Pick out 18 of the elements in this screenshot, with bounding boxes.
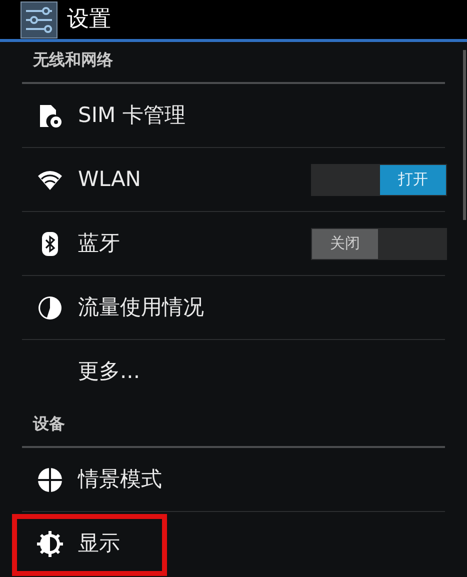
settings-item[interactable]: 蓝牙: [78, 228, 120, 260]
section-header: 设备: [32, 413, 65, 435]
bluetooth-icon: [41, 230, 59, 256]
section-header: 无线和网络: [32, 49, 113, 71]
settings-item[interactable]: 情景模式: [78, 464, 162, 496]
settings-item[interactable]: 流量使用情况: [78, 292, 204, 324]
settings-item[interactable]: 显示: [78, 528, 120, 560]
screen-title: 设置: [67, 6, 111, 34]
quadrant-circle-icon: [37, 466, 63, 492]
wifi-icon: [37, 168, 63, 190]
settings-sliders-icon[interactable]: [20, 0, 58, 38]
pie-chart-icon: [37, 294, 63, 320]
brightness-icon: [37, 531, 63, 557]
sim-card-icon: [37, 102, 63, 128]
settings-item[interactable]: 更多...: [78, 356, 140, 388]
settings-item[interactable]: WLAN: [78, 164, 142, 196]
settings-item[interactable]: SIM 卡管理: [78, 100, 186, 132]
toggle-switch[interactable]: 关闭: [311, 228, 447, 260]
